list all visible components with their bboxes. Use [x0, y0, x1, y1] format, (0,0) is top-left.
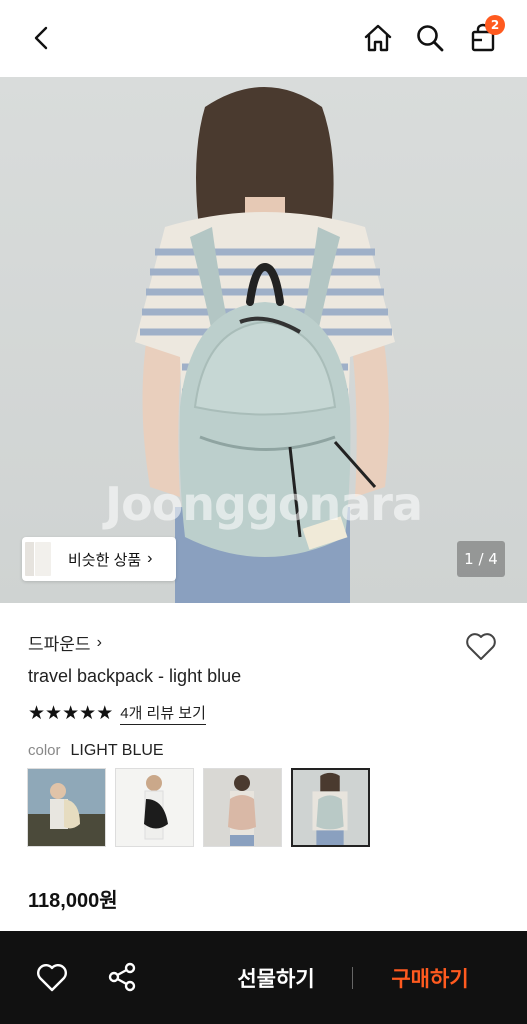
brand-link[interactable]: 드파운드 › [28, 630, 102, 655]
home-icon [364, 24, 392, 52]
color-row: color LIGHT BLUE [28, 742, 164, 760]
color-key: color [28, 742, 61, 759]
watermark: Joonggonara [104, 477, 423, 531]
search-icon [417, 25, 444, 52]
rating-row: ★ ★ ★ ★ ★ 4개 리뷰 보기 [28, 702, 206, 725]
divider [352, 967, 353, 989]
share-icon [108, 962, 136, 992]
app-header: 2 [0, 0, 527, 77]
share-button[interactable] [104, 959, 140, 995]
color-value: LIGHT BLUE [70, 742, 164, 759]
cart-button[interactable]: 2 [463, 15, 505, 58]
home-button[interactable] [358, 18, 398, 58]
buy-button[interactable]: 구매하기 [380, 961, 480, 995]
swatch-pink[interactable] [203, 768, 282, 847]
star-icon: ★ [45, 703, 62, 724]
color-swatches [27, 768, 370, 847]
chevron-left-icon [34, 26, 48, 50]
similar-products-label: 비슷한 상품 [68, 551, 142, 569]
star-icon: ★ [96, 703, 113, 724]
wishlist-button[interactable] [463, 628, 499, 664]
cart-count-badge: 2 [485, 15, 505, 35]
back-button[interactable] [22, 18, 62, 58]
similar-thumbnails [24, 537, 58, 581]
brand-name: 드파운드 [28, 635, 91, 654]
product-price: 118,000원 [28, 890, 118, 912]
heart-icon [37, 964, 67, 992]
search-button[interactable] [410, 18, 450, 58]
chevron-right-icon: › [147, 550, 153, 567]
swatch-black[interactable] [115, 768, 194, 847]
star-rating: ★ ★ ★ ★ ★ [28, 702, 113, 725]
similar-products-button[interactable]: 비슷한 상품 › [22, 537, 176, 581]
star-icon: ★ [79, 703, 96, 724]
product-title: travel backpack - light blue [28, 666, 242, 686]
chevron-right-icon: › [96, 633, 102, 651]
wishlist-bottom-button[interactable] [34, 959, 70, 995]
product-image[interactable]: Joonggonara 비슷한 상품 › 1 / 4 [0, 77, 527, 603]
heart-icon [466, 633, 496, 660]
star-icon: ★ [28, 703, 45, 724]
image-pager: 1 / 4 [457, 541, 505, 577]
gift-button[interactable]: 선물하기 [230, 961, 322, 995]
bottom-action-bar: 선물하기 구매하기 [0, 931, 527, 1024]
swatch-beige[interactable] [27, 768, 106, 847]
star-icon: ★ [62, 703, 79, 724]
swatch-light-blue[interactable] [291, 768, 370, 847]
review-link[interactable]: 4개 리뷰 보기 [120, 702, 206, 725]
